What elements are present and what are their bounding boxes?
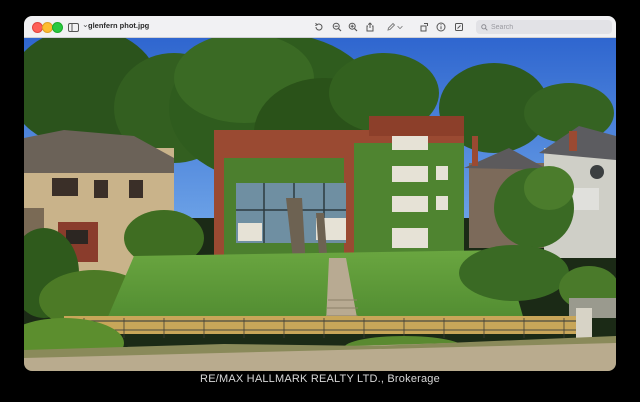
document-title: glenfern phot.jpg [88, 21, 150, 30]
title-bar: ⌄ glenfern phot.jpg [24, 16, 616, 38]
sidebar-toggle-icon[interactable] [68, 21, 82, 33]
rotate-icon[interactable] [312, 20, 326, 34]
preview-window: ⌄ glenfern phot.jpg [24, 16, 616, 371]
zoom-out-icon[interactable] [330, 20, 344, 34]
chevron-down-icon[interactable] [396, 20, 404, 34]
search-icon [481, 18, 488, 36]
highlight-icon[interactable] [452, 20, 466, 34]
search-field[interactable] [476, 20, 612, 34]
property-photo [24, 38, 616, 371]
maximize-button[interactable] [52, 22, 63, 33]
zoom-in-icon[interactable] [346, 20, 360, 34]
brokerage-caption: RE/MAX HALLMARK REALTY LTD., Brokerage [200, 373, 440, 385]
rotate-crop-icon[interactable] [417, 20, 431, 34]
info-icon[interactable] [434, 20, 448, 34]
share-icon[interactable] [363, 20, 377, 34]
search-input[interactable] [488, 23, 601, 31]
